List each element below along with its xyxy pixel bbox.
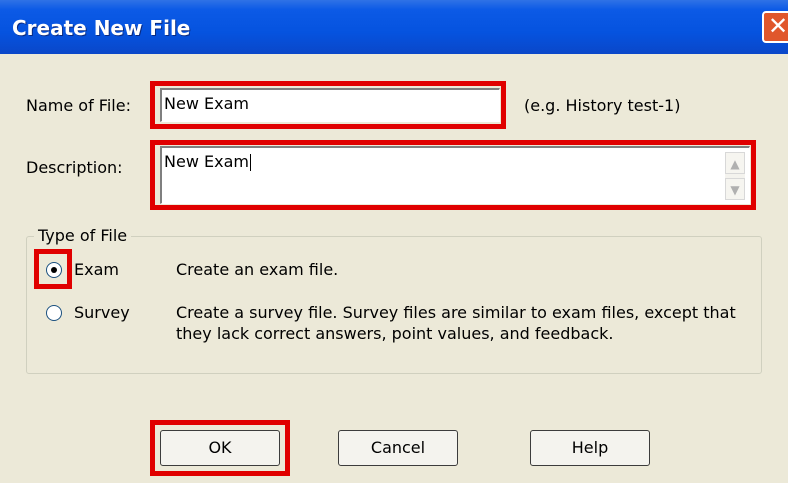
name-hint: (e.g. History test-1) (524, 96, 681, 115)
exam-description: Create an exam file. (176, 260, 339, 279)
highlight-ok-button (150, 420, 290, 476)
cancel-button[interactable]: Cancel (338, 430, 458, 466)
description-label: Description: (26, 158, 123, 177)
type-of-file-legend: Type of File (34, 226, 132, 245)
exam-radio-label[interactable]: Exam (74, 260, 119, 279)
highlight-name-field (150, 81, 506, 129)
help-button[interactable]: Help (530, 430, 650, 466)
survey-description-line1: Create a survey file. Survey files are s… (176, 303, 736, 322)
window-title: Create New File (12, 16, 191, 40)
survey-description-line2: they lack correct answers, point values,… (176, 324, 614, 343)
survey-radio-label[interactable]: Survey (74, 303, 130, 322)
close-icon: ✕ (767, 12, 788, 40)
title-bar: Create New File ✕ (0, 0, 788, 54)
highlight-exam-radio (34, 249, 72, 289)
survey-radio[interactable] (46, 305, 62, 321)
close-button[interactable]: ✕ (762, 11, 788, 43)
name-of-file-label: Name of File: (26, 96, 131, 115)
highlight-description-field (150, 140, 756, 210)
